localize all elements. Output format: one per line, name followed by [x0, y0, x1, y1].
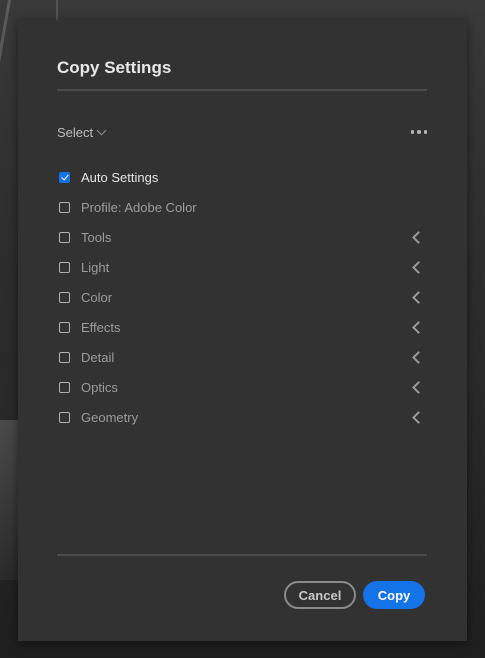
checkbox[interactable]: [59, 261, 70, 273]
select-row: Select: [57, 124, 427, 142]
settings-list: Auto Settings Profile: Adobe Color Tools Li…: [57, 162, 427, 432]
settings-list-item[interactable]: Effects: [57, 312, 427, 342]
background-pole: [56, 0, 58, 22]
chevron-left-icon[interactable]: [412, 321, 425, 334]
chevron-left-icon[interactable]: [412, 261, 425, 274]
checkbox[interactable]: [59, 381, 70, 393]
settings-list-item-label: Auto Settings: [81, 169, 159, 185]
divider: [57, 554, 427, 556]
chevron-down-icon: [96, 125, 107, 136]
cancel-button[interactable]: Cancel: [284, 581, 356, 609]
chevron-left-icon[interactable]: [412, 381, 425, 394]
chevron-left-icon[interactable]: [412, 351, 425, 364]
background-floor: [0, 420, 20, 580]
checkbox[interactable]: [59, 351, 70, 363]
settings-list-item-label: Light: [81, 259, 110, 275]
settings-list-item[interactable]: Optics: [57, 372, 427, 402]
copy-button[interactable]: Copy: [363, 581, 425, 609]
divider: [57, 89, 427, 91]
settings-list-item[interactable]: Geometry: [57, 402, 427, 432]
background-pole: [0, 0, 11, 109]
settings-list-item-label: Geometry: [81, 409, 139, 425]
ellipsis-icon: [423, 130, 427, 134]
checkbox[interactable]: [59, 171, 70, 183]
settings-list-item[interactable]: Profile: Adobe Color: [57, 192, 427, 222]
chevron-left-icon[interactable]: [412, 291, 425, 304]
checkbox[interactable]: [59, 411, 70, 423]
select-dropdown[interactable]: Select: [57, 125, 107, 140]
checkbox[interactable]: [59, 231, 70, 243]
settings-list-item[interactable]: Light: [57, 252, 427, 282]
settings-list-item-label: Detail: [81, 349, 115, 365]
more-options-button[interactable]: [410, 128, 427, 136]
ellipsis-icon: [417, 130, 421, 134]
ellipsis-icon: [410, 130, 414, 134]
settings-list-item[interactable]: Auto Settings: [57, 162, 427, 192]
settings-list-item-label: Optics: [81, 379, 118, 395]
settings-list-item[interactable]: Detail: [57, 342, 427, 372]
dialog-title: Copy Settings: [57, 58, 172, 77]
settings-list-item[interactable]: Color: [57, 282, 427, 312]
settings-list-item-label: Effects: [81, 319, 121, 335]
chevron-left-icon[interactable]: [412, 231, 425, 244]
settings-list-item-label: Profile: Adobe Color: [81, 199, 197, 215]
checkbox[interactable]: [59, 321, 70, 333]
select-dropdown-label: Select: [57, 125, 94, 140]
settings-list-item-label: Tools: [81, 229, 112, 245]
chevron-left-icon[interactable]: [412, 411, 425, 424]
copy-settings-dialog: Copy Settings Select Auto Settings Profil…: [18, 20, 467, 641]
checkbox[interactable]: [59, 201, 70, 213]
settings-list-item-label: Color: [81, 289, 113, 305]
checkbox[interactable]: [59, 291, 70, 303]
settings-list-item[interactable]: Tools: [57, 222, 427, 252]
